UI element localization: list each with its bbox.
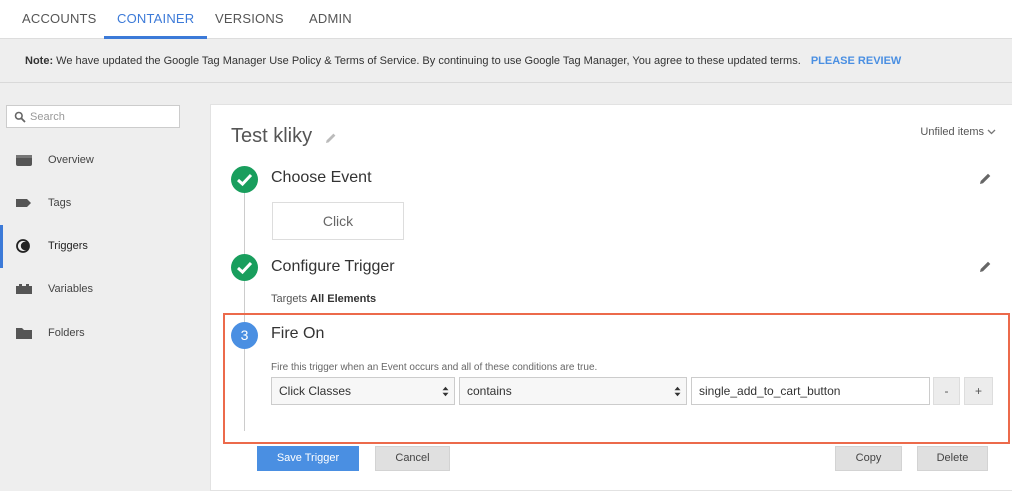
edit-pencil-icon[interactable] (979, 260, 992, 273)
search-input[interactable] (30, 108, 175, 125)
policy-notice: Note: We have updated the Google Tag Man… (0, 40, 1012, 83)
edit-pencil-icon[interactable] (979, 172, 992, 185)
top-nav: ACCOUNTS CONTAINER VERSIONS ADMIN (0, 0, 1012, 39)
sidebar-item-label: Tags (48, 197, 72, 209)
please-review-link[interactable]: PLEASE REVIEW (811, 55, 901, 67)
remove-condition-button[interactable]: - (933, 377, 960, 405)
event-type-box[interactable]: Click (272, 202, 404, 240)
step-title-choose-event: Choose Event (271, 169, 372, 186)
save-trigger-button[interactable]: Save Trigger (257, 446, 359, 471)
select-arrows-icon (674, 386, 681, 397)
pencil-icon[interactable] (325, 132, 337, 144)
search-icon (14, 111, 26, 123)
sidebar: Overview Tags Triggers Variables Folders (0, 84, 192, 491)
sidebar-item-variables[interactable]: Variables (0, 268, 192, 311)
select-arrows-icon (442, 386, 449, 397)
trigger-icon (16, 239, 30, 253)
variable-icon (16, 284, 32, 294)
step-title-configure-trigger: Configure Trigger (271, 258, 395, 275)
check-icon (237, 173, 253, 187)
tab-admin[interactable]: ADMIN (309, 0, 352, 39)
copy-button[interactable]: Copy (835, 446, 902, 471)
sidebar-item-label: Variables (48, 283, 94, 295)
folder-selector[interactable]: Unfiled items (920, 126, 996, 138)
condition-variable-select[interactable]: Click Classes (271, 377, 455, 405)
folder-icon (16, 328, 32, 339)
condition-value-input[interactable] (691, 377, 930, 405)
step-complete-check (231, 166, 258, 193)
step-number-badge: 3 (231, 322, 258, 349)
trigger-name[interactable]: Test kliky (231, 125, 312, 148)
step-complete-check (231, 254, 258, 281)
tag-icon (16, 199, 31, 207)
sidebar-item-tags[interactable]: Tags (0, 182, 192, 225)
sidebar-item-label: Folders (48, 327, 85, 339)
targets-value: All Elements (310, 293, 377, 305)
condition-variable-value: Click Classes (279, 384, 352, 398)
step-title-fire-on: Fire On (271, 325, 325, 342)
sidebar-item-label: Overview (48, 154, 94, 166)
check-icon (237, 261, 253, 275)
targets-summary: Targets All Elements (271, 293, 376, 305)
sidebar-item-overview[interactable]: Overview (0, 139, 192, 182)
overview-icon (16, 155, 32, 166)
trigger-editor: Test kliky Unfiled items Choose Event Cl… (210, 104, 1012, 491)
delete-button[interactable]: Delete (917, 446, 988, 471)
add-condition-button[interactable]: + (964, 377, 993, 405)
sidebar-item-folders[interactable]: Folders (0, 312, 192, 355)
chevron-down-icon (987, 129, 996, 135)
condition-operator-value: contains (467, 384, 512, 398)
notice-text: We have updated the Google Tag Manager U… (56, 55, 801, 67)
targets-label: Targets (271, 293, 308, 305)
sidebar-item-triggers[interactable]: Triggers (0, 225, 192, 268)
search-box[interactable] (6, 105, 180, 128)
notice-label: Note: (25, 55, 54, 67)
cancel-button[interactable]: Cancel (375, 446, 450, 471)
tab-accounts[interactable]: ACCOUNTS (22, 0, 97, 39)
tab-versions[interactable]: VERSIONS (215, 0, 284, 39)
sidebar-item-label: Triggers (48, 240, 88, 252)
folder-label: Unfiled items (920, 126, 984, 138)
tab-container[interactable]: CONTAINER (104, 0, 208, 39)
condition-description: Fire this trigger when an Event occurs a… (271, 362, 598, 373)
condition-operator-select[interactable]: contains (459, 377, 687, 405)
